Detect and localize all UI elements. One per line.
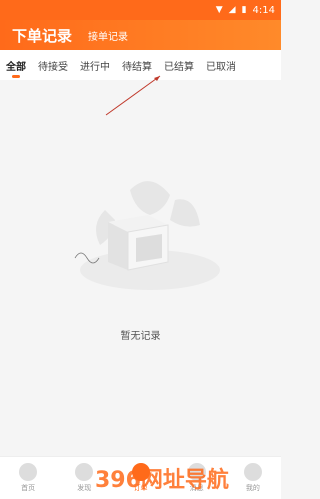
signal-icon: ◢ [228,5,236,15]
nav-label: 我的 [245,484,260,492]
annotation-arrow [105,75,161,116]
page-title[interactable]: 下单记录 [12,25,72,46]
nav-label: 首页 [21,484,36,492]
tab-all[interactable]: 全部 [0,50,32,80]
tab-cancelled[interactable]: 已取消 [200,50,242,80]
battery-icon: ▮ [241,5,247,15]
empty-state-text: 暂无记录 [120,331,161,342]
nav-profile[interactable]: 我的 [225,457,281,499]
tab-settled[interactable]: 已结算 [158,50,200,80]
wifi-icon: ▼ [215,5,223,15]
nav-label: 发现 [77,484,92,492]
status-bar: ▼ ◢ ▮ 4:14 [0,0,281,20]
watermark: 396网址导航 [95,468,229,493]
home-icon [19,463,38,481]
tab-pending-accept[interactable]: 待接受 [32,50,74,80]
tab-receive-orders[interactable]: 接单记录 [88,28,128,43]
status-time: 4:14 [252,4,275,16]
nav-home[interactable]: 首页 [0,457,56,499]
app-header: 下单记录 接单记录 [0,20,281,50]
profile-icon [243,463,262,481]
planet-icon [75,463,94,481]
empty-box-illustration [74,181,220,290]
